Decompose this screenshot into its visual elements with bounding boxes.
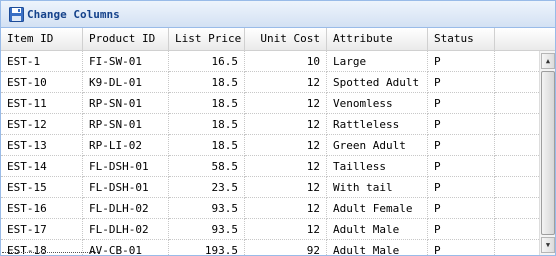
cell-product-id: FL-DSH-01 [83, 156, 169, 177]
cell-status: P [428, 219, 495, 240]
grid-body: EST-1 FI-SW-01 16.5 10 Large P EST-10 K9-DL-01 1… [1, 51, 539, 255]
cell-unit-cost: 12 [245, 219, 327, 240]
row-filler [495, 51, 539, 72]
cell-unit-cost: 92 [245, 240, 327, 255]
row-filler [495, 72, 539, 93]
cell-item-id: EST-13 [1, 135, 83, 156]
cell-list-price: 193.5 [169, 240, 245, 255]
column-header-attribute[interactable]: Attribute [327, 28, 428, 50]
scrollbar-thumb[interactable] [541, 71, 555, 235]
change-columns-button[interactable]: Change Columns [9, 4, 120, 24]
cell-item-id: EST-14 [1, 156, 83, 177]
cell-attribute: Adult Male [327, 219, 428, 240]
cell-product-id: FI-SW-01 [83, 51, 169, 72]
cell-attribute: Adult Male [327, 240, 428, 255]
cell-attribute: With tail [327, 177, 428, 198]
cell-list-price: 18.5 [169, 72, 245, 93]
cell-item-id: EST-1 [1, 51, 83, 72]
table-row[interactable]: EST-17 FL-DLH-02 93.5 12 Adult Male P [1, 219, 539, 240]
cell-list-price: 93.5 [169, 219, 245, 240]
cell-list-price: 16.5 [169, 51, 245, 72]
cell-status: P [428, 198, 495, 219]
cell-attribute: Green Adult [327, 135, 428, 156]
cell-status: P [428, 93, 495, 114]
cell-list-price: 58.5 [169, 156, 245, 177]
cell-unit-cost: 12 [245, 93, 327, 114]
cell-list-price: 23.5 [169, 177, 245, 198]
cell-status: P [428, 135, 495, 156]
cell-item-id: EST-12 [1, 114, 83, 135]
row-filler [495, 240, 539, 255]
vertical-scrollbar[interactable]: ▲ ▼ [539, 51, 555, 255]
column-header-product-id[interactable]: Product ID [83, 28, 169, 50]
cell-unit-cost: 12 [245, 135, 327, 156]
cell-attribute: Large [327, 51, 428, 72]
scroll-down-icon[interactable]: ▼ [541, 237, 555, 253]
cell-item-id: EST-10 [1, 72, 83, 93]
cell-list-price: 18.5 [169, 93, 245, 114]
column-header-list-price[interactable]: List Price [169, 28, 245, 50]
cell-item-id: EST-15 [1, 177, 83, 198]
grid-header: Item ID Product ID List Price Unit Cost … [1, 28, 555, 51]
cell-status: P [428, 72, 495, 93]
cell-unit-cost: 12 [245, 72, 327, 93]
cell-unit-cost: 12 [245, 156, 327, 177]
cell-status: P [428, 114, 495, 135]
column-header-status[interactable]: Status [428, 28, 495, 50]
cell-list-price: 18.5 [169, 135, 245, 156]
cell-status: P [428, 51, 495, 72]
cell-product-id: FL-DLH-02 [83, 219, 169, 240]
table-row[interactable]: EST-14 FL-DSH-01 58.5 12 Tailless P [1, 156, 539, 177]
cell-attribute: Tailless [327, 156, 428, 177]
table-row[interactable]: EST-11 RP-SN-01 18.5 12 Venomless P [1, 93, 539, 114]
cell-product-id: K9-DL-01 [83, 72, 169, 93]
cell-product-id: FL-DSH-01 [83, 177, 169, 198]
disk-icon [9, 6, 24, 22]
cell-product-id: RP-SN-01 [83, 93, 169, 114]
cell-attribute: Spotted Adult Fe [327, 72, 428, 93]
cell-status: P [428, 156, 495, 177]
table-row[interactable]: EST-10K9-DL-0118.512Spotted Adult FeP [1, 72, 539, 93]
cell-attribute: Rattleless [327, 114, 428, 135]
table-row[interactable]: EST-15 FL-DSH-01 23.5 12 With tail P [1, 177, 539, 198]
cell-attribute: Adult Female [327, 198, 428, 219]
cell-attribute: Venomless [327, 93, 428, 114]
table-row[interactable]: EST-1 FI-SW-01 16.5 10 Large P [1, 51, 539, 72]
scroll-up-icon[interactable]: ▲ [541, 53, 555, 69]
cell-item-id: EST-17 [1, 219, 83, 240]
table-row[interactable]: EST-12 RP-SN-01 18.5 12 Rattleless P [1, 114, 539, 135]
cell-list-price: 93.5 [169, 198, 245, 219]
cell-product-id: RP-LI-02 [83, 135, 169, 156]
cell-list-price: 18.5 [169, 114, 245, 135]
panel-title: Change Columns [27, 7, 120, 21]
grid-panel: Change Columns Item ID Product ID List P… [0, 0, 556, 256]
cell-product-id: RP-SN-01 [83, 114, 169, 135]
row-filler [495, 114, 539, 135]
focus-indicator [2, 252, 98, 255]
cell-unit-cost: 12 [245, 198, 327, 219]
panel-titlebar: Change Columns [1, 1, 555, 28]
row-filler [495, 156, 539, 177]
cell-item-id: EST-16 [1, 198, 83, 219]
cell-unit-cost: 10 [245, 51, 327, 72]
row-filler [495, 177, 539, 198]
cell-unit-cost: 12 [245, 177, 327, 198]
table-row[interactable]: EST-16 FL-DLH-02 93.5 12 Adult Female P [1, 198, 539, 219]
table-row[interactable]: EST-13 RP-LI-02 18.5 12 Green Adult P [1, 135, 539, 156]
row-filler [495, 135, 539, 156]
row-filler [495, 198, 539, 219]
cell-item-id: EST-11 [1, 93, 83, 114]
row-filler [495, 219, 539, 240]
cell-product-id: FL-DLH-02 [83, 198, 169, 219]
column-header-item-id[interactable]: Item ID [1, 28, 83, 50]
cell-status: P [428, 177, 495, 198]
header-filler [495, 28, 555, 50]
column-header-unit-cost[interactable]: Unit Cost [245, 28, 327, 50]
cell-status: P [428, 240, 495, 255]
row-filler [495, 93, 539, 114]
cell-unit-cost: 12 [245, 114, 327, 135]
